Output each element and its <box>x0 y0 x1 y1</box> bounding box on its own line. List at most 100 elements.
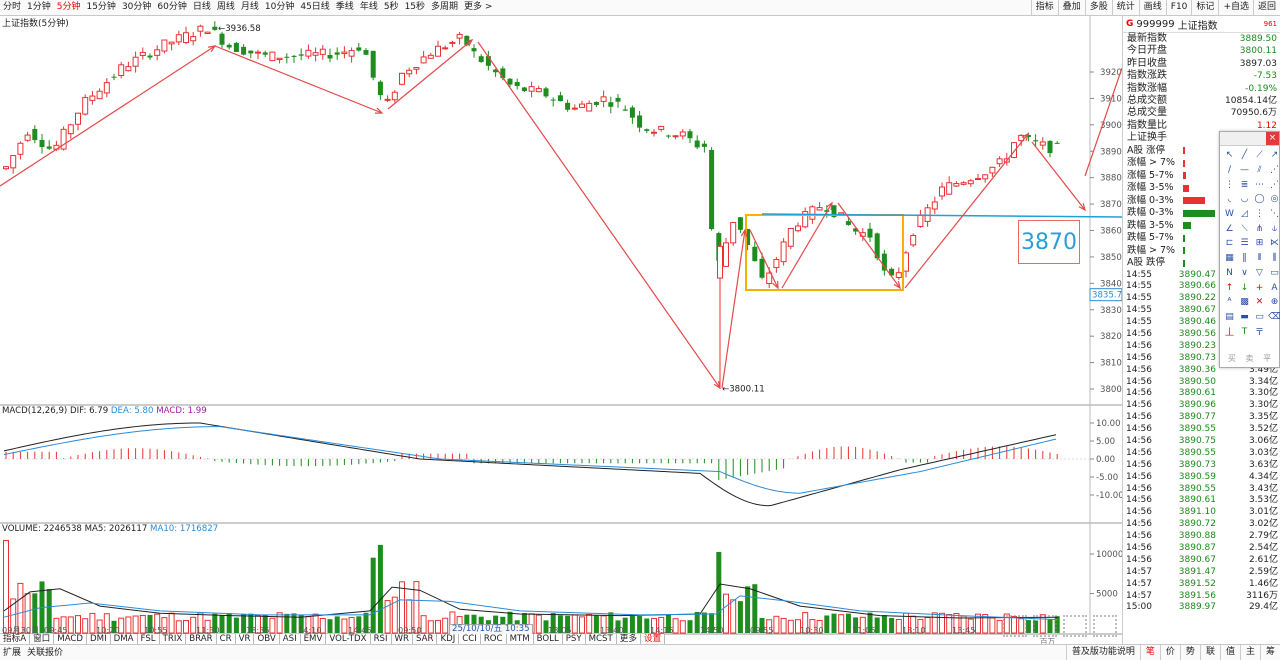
period-icon[interactable]: ⋮ <box>1252 207 1267 222</box>
tick-row[interactable]: 14:57 3891.52 1.46亿 <box>1123 579 1280 591</box>
down-arrow-icon[interactable]: ↓ <box>1237 280 1252 295</box>
tools-header[interactable]: × <box>1220 132 1279 146</box>
segment-icon[interactable]: ∕ <box>1222 163 1237 178</box>
trade-mark-0[interactable]: 买 <box>1228 353 1236 364</box>
v-icon[interactable]: ∨ <box>1237 266 1252 281</box>
period-tab-1[interactable]: 1分钟 <box>24 0 54 15</box>
bottom-right-tab-3[interactable]: 联 <box>1199 645 1220 660</box>
period-tab-11[interactable]: 季线 <box>333 0 357 15</box>
gann-icon[interactable]: ⋰ <box>1267 177 1280 192</box>
triangle-icon[interactable]: ◿ <box>1237 207 1252 222</box>
period-tab-9[interactable]: 10分钟 <box>262 0 297 15</box>
price-note-3870[interactable]: 3870 <box>1018 220 1080 264</box>
arrow-line-icon[interactable]: ↗ <box>1267 148 1280 163</box>
table-icon[interactable]: ▤ <box>1222 310 1237 325</box>
golden-icon[interactable]: ⋯ <box>1252 177 1267 192</box>
period-tab-8[interactable]: 月线 <box>238 0 262 15</box>
t-mark-icon[interactable]: T <box>1237 324 1252 339</box>
speed-icon[interactable]: ⋱ <box>1267 207 1280 222</box>
tick-row[interactable]: 14:56 3890.96 3.30亿 <box>1123 400 1280 412</box>
mosaic-icon[interactable]: ▩ <box>1237 295 1252 310</box>
period-tab-0[interactable]: 分时 <box>0 0 24 15</box>
clear-icon[interactable]: ⌫ <box>1267 310 1280 325</box>
bars-icon[interactable]: ‖ <box>1237 251 1252 266</box>
toolbar-button-8[interactable]: 返回 <box>1252 0 1280 16</box>
period-tab-7[interactable]: 周线 <box>214 0 238 15</box>
tick-row[interactable]: 14:56 3890.88 2.79亿 <box>1123 531 1280 543</box>
tick-row[interactable]: 14:57 3891.56 3116万 <box>1123 591 1280 603</box>
circle-icon[interactable]: ◯ <box>1252 192 1267 207</box>
zigzag-icon[interactable]: N <box>1222 266 1237 281</box>
period-tab-12[interactable]: 年线 <box>357 0 381 15</box>
tick-row[interactable]: 14:56 3890.61 3.30亿 <box>1123 388 1280 400</box>
parallel-icon[interactable]: ⫽ <box>1252 163 1267 178</box>
fan-icon[interactable]: ⋔ <box>1252 221 1267 236</box>
up-arrow-icon[interactable]: ↑ <box>1222 280 1237 295</box>
toolbar-button-0[interactable]: 指标 <box>1030 0 1058 16</box>
fib-icon[interactable]: ≣ <box>1237 177 1252 192</box>
toolbar-button-4[interactable]: 画线 <box>1138 0 1166 16</box>
bars3-icon[interactable]: ⫼ <box>1267 251 1280 266</box>
wave-icon[interactable]: W <box>1222 207 1237 222</box>
rect-icon[interactable]: ▭ <box>1267 266 1280 281</box>
line-icon[interactable]: ╱ <box>1237 148 1252 163</box>
close-icon[interactable]: × <box>1266 132 1279 145</box>
rect3-icon[interactable]: ▭ <box>1252 310 1267 325</box>
tick-row[interactable]: 14:56 3890.50 3.34亿 <box>1123 377 1280 389</box>
tick-row[interactable]: 14:56 3890.73 3.63亿 <box>1123 460 1280 472</box>
pitch-icon[interactable]: ⊏ <box>1222 236 1237 251</box>
tick-row[interactable]: 14:56 3891.10 3.01亿 <box>1123 507 1280 519</box>
plus-icon[interactable]: + <box>1252 280 1267 295</box>
wedge-icon[interactable]: ⋉ <box>1267 236 1280 251</box>
hline-icon[interactable]: — <box>1237 163 1252 178</box>
period-tab-13[interactable]: 5秒 <box>381 0 402 15</box>
tick-row[interactable]: 14:57 3891.47 2.59亿 <box>1123 567 1280 579</box>
tick-row[interactable]: 14:56 3890.72 3.02亿 <box>1123 519 1280 531</box>
bottom-right-tab-1[interactable]: 价 <box>1159 645 1180 660</box>
cursor-icon[interactable]: ↖ <box>1222 148 1237 163</box>
period-tab-5[interactable]: 60分钟 <box>154 0 189 15</box>
bars2-icon[interactable]: ⦀ <box>1252 251 1267 266</box>
spiral-icon[interactable]: ◎ <box>1267 192 1280 207</box>
period-tab-15[interactable]: 多周期 <box>428 0 461 15</box>
tick-row[interactable]: 15:00 3889.97 29.4亿 <box>1123 602 1280 614</box>
fan2-icon[interactable]: ⫝ <box>1267 221 1280 236</box>
tick-row[interactable]: 14:56 3890.61 3.53亿 <box>1123 495 1280 507</box>
tick-row[interactable]: 14:56 3890.77 3.35亿 <box>1123 412 1280 424</box>
tick-row[interactable]: 14:56 3890.75 3.06亿 <box>1123 436 1280 448</box>
toolbar-button-7[interactable]: +自选 <box>1218 0 1253 16</box>
toolbar-button-1[interactable]: 叠加 <box>1057 0 1085 16</box>
ladder-icon[interactable]: ☰ <box>1237 236 1252 251</box>
trade-mark-2[interactable]: 平 <box>1263 353 1271 364</box>
bottom-right-tab-5[interactable]: 主 <box>1239 645 1260 660</box>
ray-icon[interactable]: ⟋ <box>1252 148 1267 163</box>
flat-mark-icon[interactable]: 〒 <box>1252 324 1267 339</box>
tick-row[interactable]: 14:56 3890.67 2.61亿 <box>1123 555 1280 567</box>
feature-info-link[interactable]: 普及版功能说明 <box>1065 645 1140 660</box>
bottom-right-tab-2[interactable]: 势 <box>1179 645 1200 660</box>
tick-row[interactable]: 14:56 3890.87 2.54亿 <box>1123 543 1280 555</box>
toolbar-button-5[interactable]: F10 <box>1165 0 1192 16</box>
tick-row[interactable]: 14:56 3890.55 3.43亿 <box>1123 484 1280 496</box>
trend-icon[interactable]: ⟍ <box>1237 221 1252 236</box>
kline-chart[interactable]: 3920391039003890388038703860385038403830… <box>0 16 1122 644</box>
trade-mark-1[interactable]: 卖 <box>1245 353 1253 364</box>
toolbar-button-3[interactable]: 统计 <box>1111 0 1139 16</box>
blank-icon[interactable] <box>1267 324 1280 339</box>
vertical-icon[interactable]: ⋮ <box>1222 177 1237 192</box>
bottom-right-tab-6[interactable]: 筹 <box>1259 645 1280 660</box>
triangle2-icon[interactable]: ▽ <box>1252 266 1267 281</box>
up-mark-icon[interactable]: 丄 <box>1222 324 1237 339</box>
period-tab-10[interactable]: 45日线 <box>297 0 332 15</box>
text-a-icon[interactable]: ᴬ <box>1222 295 1237 310</box>
tick-row[interactable]: 14:56 3890.55 3.52亿 <box>1123 424 1280 436</box>
tick-row[interactable]: 14:56 3890.59 4.34亿 <box>1123 472 1280 484</box>
percent-icon[interactable]: ▦ <box>1222 251 1237 266</box>
rect2-icon[interactable]: ▬ <box>1237 310 1252 325</box>
channel-icon[interactable]: ⋰ <box>1267 163 1280 178</box>
toolbar-button-2[interactable]: 多股 <box>1084 0 1112 16</box>
bottom-right-tab-0[interactable]: 笔 <box>1139 645 1160 660</box>
curve-icon[interactable]: ◟ <box>1222 192 1237 207</box>
toolbar-button-6[interactable]: 标记 <box>1191 0 1218 16</box>
period-tab-16[interactable]: 更多 > <box>461 0 495 15</box>
